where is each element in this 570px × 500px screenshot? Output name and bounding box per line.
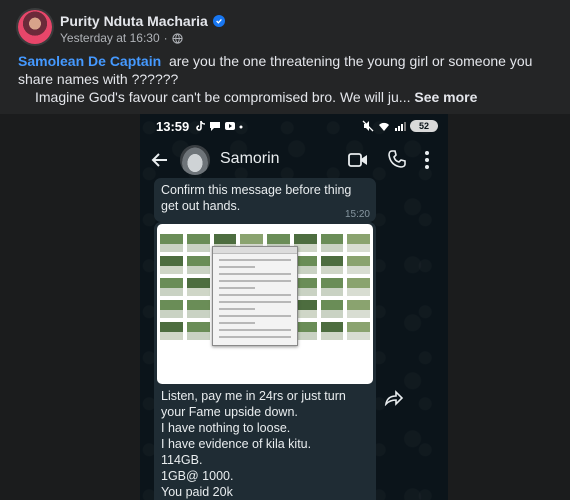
- author-row: Purity Nduta Macharia: [60, 12, 225, 30]
- back-arrow-icon[interactable]: [150, 150, 170, 170]
- forward-icon[interactable]: [384, 390, 404, 406]
- meta-separator: ·: [163, 31, 168, 45]
- attached-image[interactable]: [157, 224, 373, 384]
- message-bubble[interactable]: Confirm this message before thing get ou…: [154, 178, 376, 222]
- mention-link[interactable]: Samolean De Captain: [18, 53, 161, 69]
- post-text-line1: Samolean De Captain are you the one thre…: [18, 52, 558, 88]
- post-header: Purity Nduta Macharia Yesterday at 16:30…: [18, 10, 558, 50]
- see-more-link[interactable]: See more: [414, 89, 477, 105]
- verified-badge-icon: [212, 15, 225, 27]
- post-text-continued: Imagine God's favour can't be compromise…: [35, 89, 411, 105]
- image-message-bubble[interactable]: Listen, pay me in 24rs or just turn your…: [154, 222, 376, 500]
- message-text: Listen, pay me in 24rs or just turn your…: [161, 389, 346, 499]
- post-text-line2: Imagine God's favour can't be compromise…: [18, 88, 558, 106]
- status-bar: 13:59 52: [140, 114, 448, 140]
- contact-name[interactable]: Samorin: [220, 150, 280, 168]
- chat-bubble-icon: [210, 122, 220, 131]
- dot-icon: [239, 125, 243, 129]
- message-time: 15:20: [344, 209, 370, 220]
- video-call-icon[interactable]: [348, 152, 368, 168]
- more-options-icon[interactable]: [424, 150, 430, 170]
- post-timestamp[interactable]: Yesterday at 16:30: [60, 31, 160, 45]
- tiktok-icon: [196, 120, 206, 131]
- wifi-icon: [379, 122, 389, 131]
- contact-avatar[interactable]: [180, 145, 210, 175]
- status-icons-left: [196, 120, 243, 132]
- properties-dialog: [212, 246, 298, 346]
- author-avatar[interactable]: [18, 10, 52, 44]
- author-name[interactable]: Purity Nduta Macharia: [60, 13, 208, 29]
- post-text: Samolean De Captain are you the one thre…: [18, 52, 558, 106]
- post-meta: Yesterday at 16:30 ·: [60, 31, 183, 45]
- post-media[interactable]: 13:59 52 Samorin Confirm this message be…: [0, 114, 570, 500]
- mute-icon: [362, 120, 374, 132]
- phone-call-icon[interactable]: [388, 150, 406, 168]
- message-text: Confirm this message before thing get ou…: [161, 183, 352, 213]
- status-time: 13:59: [156, 119, 190, 134]
- media-icon: [225, 122, 235, 130]
- globe-icon[interactable]: [172, 32, 183, 44]
- chat-screenshot: 13:59 52 Samorin Confirm this message be…: [140, 114, 448, 500]
- chat-header: Samorin: [140, 140, 448, 180]
- status-icons-right: 52: [362, 120, 438, 132]
- battery-indicator: 52: [410, 120, 438, 132]
- signal-icon: [395, 122, 406, 131]
